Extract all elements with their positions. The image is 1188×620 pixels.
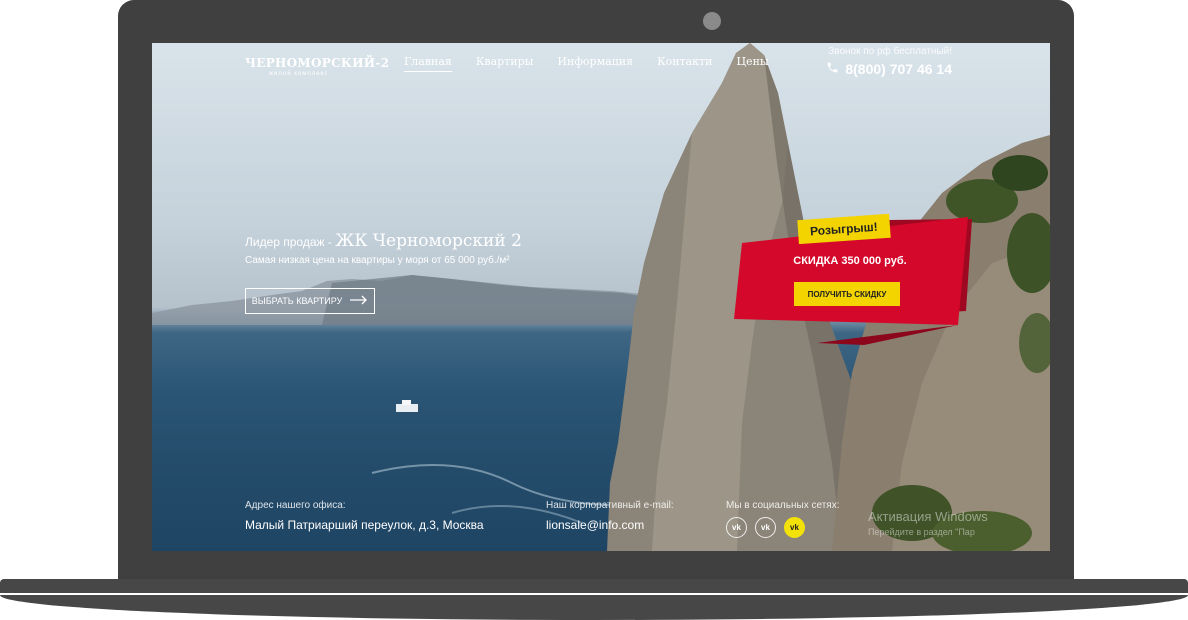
get-discount-button[interactable]: ПОЛУЧИТЬ СКИДКУ	[794, 282, 900, 306]
watermark-line-1: Активация Windows	[868, 509, 988, 524]
office-address-block: Адрес нашего офиса: Малый Патриарший пер…	[245, 500, 484, 532]
hero-title-prefix: Лидер продаж -	[245, 235, 336, 249]
vk-icon[interactable]: vk	[726, 517, 747, 538]
office-value: Малый Патриарший переулок, д.3, Москва	[245, 518, 484, 532]
phone-number: 8(800) 707 46 14	[845, 61, 952, 77]
hero-text: Лидер продаж - ЖК Черноморский 2 Самая н…	[245, 231, 522, 266]
promo-tag: Розыгрыш!	[797, 213, 891, 245]
social-block: Мы в социальных сетях: vk vk vk	[726, 500, 839, 538]
hero-subtitle: Самая низкая цена на квартиры у моря от …	[245, 255, 510, 266]
social-links: vk vk vk	[726, 517, 839, 538]
email-link[interactable]: lionsale@info.com	[546, 518, 674, 532]
phone-block: Звонок по рф бесплатный! 8(800) 707 46 1…	[826, 46, 952, 77]
social-label: Мы в социальных сетях:	[726, 500, 840, 511]
nav-item-info[interactable]: Информация	[557, 55, 633, 72]
windows-activation-watermark: Активация Windows Перейдите в раздел "Па…	[868, 509, 988, 537]
office-label: Адрес нашего офиса:	[245, 500, 346, 511]
camera-dot	[703, 12, 721, 30]
promo-banner: Розыгрыш! СКИДКА 350 000 руб. ПОЛУЧИТЬ С…	[734, 203, 966, 351]
phone-note: Звонок по рф бесплатный!	[828, 46, 952, 57]
vk-icon[interactable]: vk	[755, 517, 776, 538]
laptop-base-bottom	[0, 595, 1188, 620]
watermark-line-2: Перейдите в раздел "Пар	[868, 527, 975, 537]
choose-apartment-button[interactable]: ВЫБРАТЬ КВАРТИРУ	[245, 288, 375, 314]
website-screen: ЧЕРНОМОРСКИЙ-2 жилой комплекс Главная Кв…	[152, 43, 1050, 551]
logo-title: ЧЕРНОМОРСКИЙ-2	[245, 56, 390, 70]
nav-item-prices[interactable]: Цены	[736, 55, 768, 72]
email-block: Наш корпоративный e-mail: lionsale@info.…	[546, 500, 674, 532]
phone-line[interactable]: 8(800) 707 46 14	[826, 61, 952, 77]
email-label: Наш корпоративный e-mail:	[546, 500, 674, 511]
laptop-base	[0, 579, 1188, 593]
hero-title: Лидер продаж - ЖК Черноморский 2	[245, 231, 522, 251]
promo-discount-text: СКИДКА 350 000 руб.	[793, 255, 907, 267]
nav-item-contacts[interactable]: Контакти	[657, 55, 712, 72]
vk-icon[interactable]: vk	[784, 517, 805, 538]
nav-item-home[interactable]: Главная	[404, 55, 452, 72]
arrow-right-icon	[350, 295, 368, 307]
site-logo[interactable]: ЧЕРНОМОРСКИЙ-2 жилой комплекс	[245, 56, 389, 77]
hero-title-main: ЖК Черноморский 2	[335, 231, 522, 251]
nav-item-apartments[interactable]: Квартиры	[476, 55, 534, 72]
choose-apartment-label: ВЫБРАТЬ КВАРТИРУ	[251, 296, 343, 306]
phone-icon	[826, 61, 839, 77]
logo-subtitle: жилой комплекс	[269, 71, 329, 77]
main-nav: Главная Квартиры Информация Контакти Цен…	[404, 55, 769, 72]
